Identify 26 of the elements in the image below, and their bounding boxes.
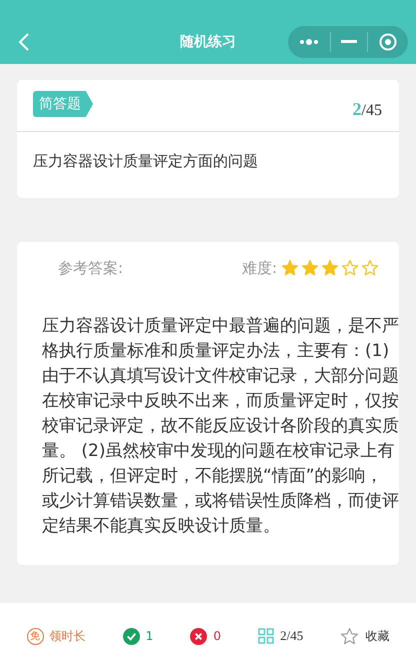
cross-icon[interactable] (190, 628, 208, 644)
question-text: 压力容器设计质量评定方面的问题 (32, 151, 259, 172)
bar-label[interactable]: 2/45 (280, 628, 304, 644)
bar-label[interactable]: 收藏 (365, 628, 390, 644)
check-icon[interactable] (122, 628, 140, 644)
badge-icon[interactable]: 免 (26, 628, 44, 644)
star-icon (361, 259, 379, 277)
star-icon[interactable] (340, 626, 360, 646)
question-counter: 2/45 (352, 99, 382, 120)
nav-title: 随机练习 (180, 33, 236, 51)
star-icon (301, 259, 319, 277)
bar-label[interactable]: 领时长 (50, 628, 86, 644)
answer-text: 压力容器设计质量评定中最普遍的问题，是不严格执行质量标准和质量评定办法，主要有：(1)由于不认真填写设计文件校审记录，大部分问题在校审记录中反映不出来，而质量评定时，仅按校审记录评定，故不能反应设计各阶段的真实质量。 (2)虽然校审中发现的问题在校审记录上有所记载，但评定时，不能摆脱“情面”的影响，或少计算错误数量，或将错误性质降档，而使评定结果不能真实反映设计质量。 (41, 315, 399, 538)
back-icon[interactable] (18, 32, 30, 52)
more-icon[interactable] (299, 38, 320, 46)
grid-icon[interactable] (258, 628, 274, 644)
star-icon (341, 259, 359, 277)
difficulty-label: 难度: (242, 258, 277, 278)
answer-label: 参考答案: (58, 258, 124, 278)
close-icon[interactable] (378, 33, 397, 51)
star-icon (321, 259, 339, 277)
star-icon (281, 259, 299, 277)
question-type-tag: 简答题 (33, 91, 93, 117)
minimize-icon[interactable] (340, 40, 357, 44)
bar-label[interactable]: 1 (146, 629, 154, 643)
bar-label[interactable]: 0 (213, 629, 222, 643)
